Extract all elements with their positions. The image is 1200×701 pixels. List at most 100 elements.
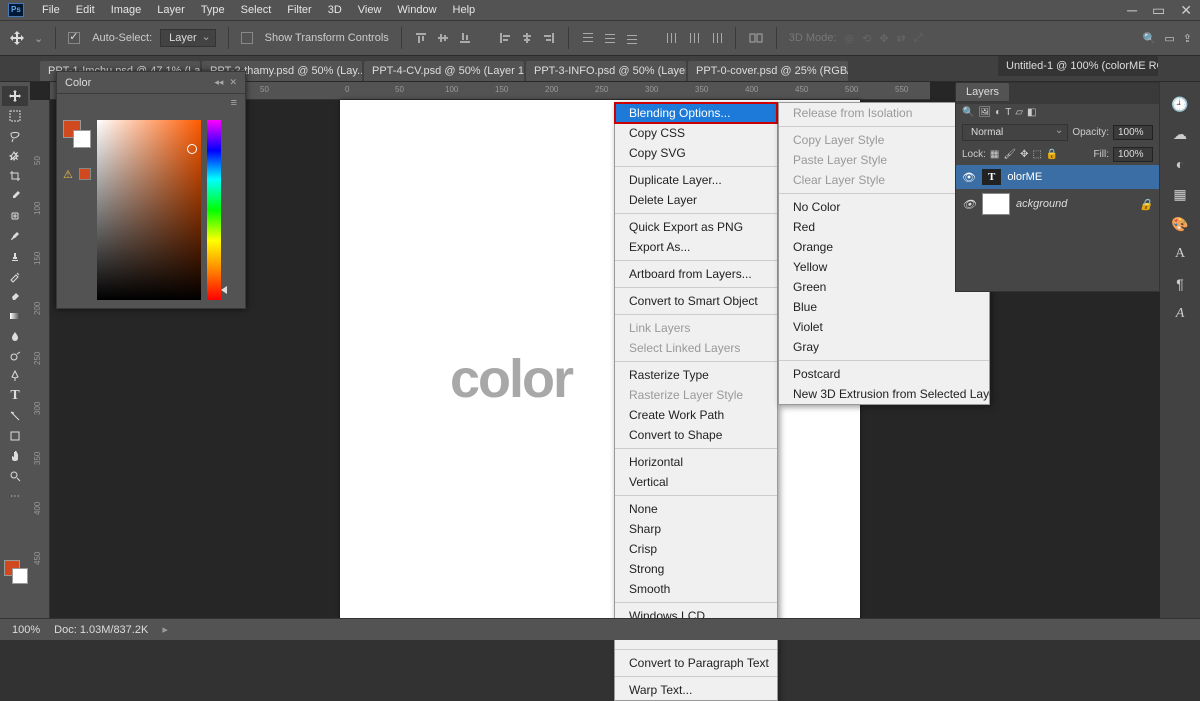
menu-layer[interactable]: Layer (149, 1, 193, 19)
menu-file[interactable]: File (34, 1, 68, 19)
search-icon[interactable]: 🔍 (1143, 32, 1157, 45)
align-top-icon[interactable] (414, 31, 428, 45)
menu-type[interactable]: Type (193, 1, 233, 19)
move-tool[interactable] (2, 86, 28, 106)
minimize-icon[interactable]: ─ (1127, 2, 1137, 19)
layer-row[interactable]: 👁 T olorME (956, 165, 1159, 189)
doc-tab[interactable]: PPT-0-cover.psd @ 25% (RGB/...× (688, 61, 848, 81)
visibility-icon[interactable]: 👁 (962, 171, 976, 184)
maximize-icon[interactable]: ▭ (1152, 2, 1165, 19)
character-icon[interactable]: A (1170, 246, 1190, 266)
hand-tool[interactable] (2, 446, 28, 466)
path-tool[interactable] (2, 406, 28, 426)
brush-tool[interactable] (2, 226, 28, 246)
gamut-warning-icon[interactable]: ⚠ (63, 168, 73, 181)
opacity-input[interactable] (1113, 125, 1153, 140)
hue-slider[interactable] (207, 120, 221, 300)
context-menu-item[interactable]: Copy CSS (615, 123, 777, 143)
close-icon[interactable]: ✕ (1180, 2, 1192, 19)
menu-window[interactable]: Window (389, 1, 444, 19)
lasso-tool[interactable] (2, 126, 28, 146)
lock-trans-icon[interactable]: ▦ (990, 149, 999, 160)
layers-tab[interactable]: Layers (956, 83, 1009, 101)
adjustments-icon[interactable]: ◐ (1170, 156, 1190, 176)
context-menu-item[interactable]: Convert to Shape (615, 425, 777, 445)
eraser-tool[interactable] (2, 286, 28, 306)
context-menu-item[interactable]: Blending Options... (615, 103, 777, 123)
menu-filter[interactable]: Filter (279, 1, 319, 19)
context-menu-item[interactable]: Blue (779, 297, 989, 317)
visibility-icon[interactable]: 👁 (962, 198, 976, 211)
panel-close-icon[interactable]: ✕ (229, 77, 237, 88)
fill-input[interactable] (1113, 147, 1153, 162)
filter-adjust-icon[interactable]: ◐ (995, 107, 1001, 118)
dist-hcenter-icon[interactable] (687, 31, 701, 45)
paragraph-icon[interactable]: ¶ (1170, 276, 1190, 296)
doc-tab[interactable]: PPT-4-CV.psd @ 50% (Layer 1,...× (364, 61, 524, 81)
filter-type-icon[interactable]: T (1005, 107, 1011, 118)
context-menu-item[interactable]: Rasterize Type (615, 365, 777, 385)
lock-all-icon[interactable]: 🔒 (1046, 149, 1058, 160)
layer-row-background[interactable]: 👁 ackground 🔒 (956, 189, 1159, 219)
menu-image[interactable]: Image (103, 1, 150, 19)
wand-tool[interactable] (2, 146, 28, 166)
filter-shape-icon[interactable]: ▱ (1015, 107, 1023, 118)
history-brush-tool[interactable] (2, 266, 28, 286)
auto-select-dropdown[interactable]: Layer (160, 29, 216, 47)
context-menu-item[interactable]: Copy SVG (615, 143, 777, 163)
context-menu-item[interactable]: Delete Layer (615, 190, 777, 210)
context-menu-item[interactable]: Create Work Path (615, 405, 777, 425)
more-tools[interactable]: ⋯ (2, 486, 28, 506)
doc-info[interactable]: Doc: 1.03M/837.2K (54, 624, 148, 636)
filter-smart-icon[interactable]: ◧ (1027, 107, 1036, 118)
hue-handle-icon[interactable] (221, 286, 227, 294)
libraries-icon[interactable]: ☁ (1170, 126, 1190, 146)
menu-edit[interactable]: Edit (68, 1, 103, 19)
align-vcenter-icon[interactable] (436, 31, 450, 45)
lock-icon[interactable]: 🔒 (1139, 198, 1153, 211)
marquee-tool[interactable] (2, 106, 28, 126)
layer-name[interactable]: ackground (1016, 198, 1067, 210)
gradient-tool[interactable] (2, 306, 28, 326)
dist-left-icon[interactable] (665, 31, 679, 45)
align-right-icon[interactable] (542, 31, 556, 45)
zoom-level[interactable]: 100% (12, 624, 40, 636)
dropdown-icon[interactable]: ⌄ (34, 32, 43, 45)
menu-3d[interactable]: 3D (320, 1, 350, 19)
blend-mode-select[interactable]: Normal (962, 124, 1068, 141)
filter-kind-icon[interactable]: 🔍 (962, 107, 974, 118)
doc-tab[interactable]: PPT-3-INFO.psd @ 50% (Layer...× (526, 61, 686, 81)
context-menu-item[interactable]: Gray (779, 337, 989, 357)
context-menu-item[interactable]: Warp Text... (615, 680, 777, 700)
context-menu-item[interactable]: Horizontal (615, 452, 777, 472)
dist-top-icon[interactable] (581, 31, 595, 45)
lock-pixel-icon[interactable]: 🖌 (1003, 149, 1016, 160)
context-menu-item[interactable]: Sharp (615, 519, 777, 539)
auto-select-checkbox[interactable] (68, 32, 80, 44)
context-menu-item[interactable]: New 3D Extrusion from Selected Layer (779, 384, 989, 404)
collapse-icon[interactable]: ◂◂ (214, 77, 223, 88)
crop-tool[interactable] (2, 166, 28, 186)
eyedropper-tool[interactable] (2, 186, 28, 206)
align-hcenter-icon[interactable] (520, 31, 534, 45)
layer-name[interactable]: olorME (1007, 171, 1042, 183)
menu-select[interactable]: Select (233, 1, 280, 19)
brushes-icon[interactable]: 🎨 (1170, 216, 1190, 236)
pen-tool[interactable] (2, 366, 28, 386)
context-menu-item[interactable]: Postcard (779, 364, 989, 384)
share-icon[interactable]: ⇪ (1183, 32, 1192, 45)
background-swatch[interactable] (12, 568, 28, 584)
panel-menu-icon[interactable]: ≡ (57, 94, 245, 112)
show-transform-checkbox[interactable] (241, 32, 253, 44)
auto-align-icon[interactable] (748, 31, 764, 45)
heal-tool[interactable] (2, 206, 28, 226)
dodge-tool[interactable] (2, 346, 28, 366)
dist-right-icon[interactable] (709, 31, 723, 45)
context-menu-item[interactable]: Convert to Paragraph Text (615, 653, 777, 673)
dist-vcenter-icon[interactable] (603, 31, 617, 45)
context-menu-item[interactable]: Duplicate Layer... (615, 170, 777, 190)
lock-artboard-icon[interactable]: ⬚ (1032, 149, 1041, 160)
color-bg-swatch[interactable] (73, 130, 91, 148)
color-panel[interactable]: Color ◂◂✕ ≡ ⚠ (56, 71, 246, 309)
align-left-icon[interactable] (498, 31, 512, 45)
